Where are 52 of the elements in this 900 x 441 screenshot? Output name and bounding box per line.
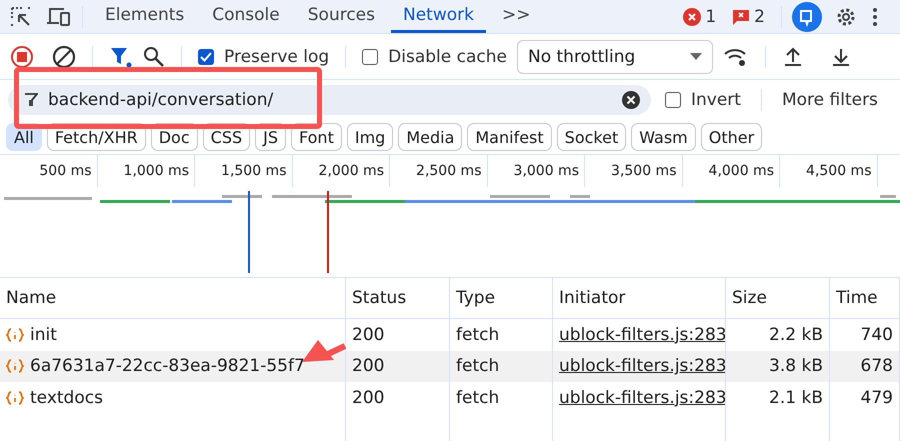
throttling-dropdown[interactable]: No throttling (516, 40, 713, 74)
more-tabs-button[interactable]: >> (490, 0, 542, 33)
filter-field[interactable]: backend-api/conversation/ (8, 85, 651, 115)
clear-icon[interactable] (52, 44, 76, 68)
more-icon[interactable] (870, 6, 880, 28)
time-tick-label: 500 ms (0, 155, 98, 187)
type-filter-chip[interactable]: Socket (556, 123, 626, 151)
panel-tab[interactable]: Elements (93, 0, 196, 33)
panel-tab[interactable]: Console (200, 0, 292, 33)
time-tick-label: 4,500 ms (780, 155, 878, 187)
name-cell[interactable]: 6a7631a7-22cc-83ea-9821-55f7 (0, 350, 346, 382)
type-filter-chip[interactable]: Wasm (631, 123, 696, 151)
disable-cache-label: Disable cache (388, 46, 507, 66)
invert-label: Invert (691, 90, 741, 110)
type-cell: fetch (450, 350, 553, 382)
issue-icon (732, 8, 750, 26)
type-filter-chip[interactable]: Other (700, 123, 762, 151)
counter-text: 2 (754, 6, 765, 26)
status-cell: 200 (346, 350, 450, 382)
time-tick-label: 1,500 ms (195, 155, 292, 187)
search-icon[interactable] (143, 46, 165, 68)
time-tick-label: 4,000 ms (682, 155, 780, 187)
record-icon[interactable] (10, 44, 34, 68)
preserve-log-checkbox[interactable] (198, 48, 214, 64)
error-icon (683, 8, 702, 26)
type-filter-chip[interactable]: Media (398, 123, 462, 151)
preserve-log-label: Preserve log (224, 46, 330, 66)
type-filter-chip[interactable]: Img (346, 123, 394, 151)
fetch-icon (6, 326, 24, 343)
funnel-icon (24, 93, 38, 107)
time-tick-label: 2,000 ms (292, 155, 390, 187)
time-tick-label: 3,000 ms (488, 155, 585, 187)
initiator-link[interactable]: ublock-filters.js:283 (553, 350, 726, 382)
time-tick-label: 1,000 ms (98, 155, 195, 187)
caret-icon (690, 52, 702, 60)
panel-tab[interactable]: Network (391, 0, 486, 33)
device-icon[interactable] (46, 6, 72, 28)
clear-filter-icon[interactable] (621, 90, 641, 110)
counter-text: 1 (705, 6, 716, 26)
time-cell: 678 (830, 350, 900, 382)
size-cell: 3.8 kB (726, 350, 830, 382)
disable-cache-checkbox[interactable] (362, 48, 378, 64)
time-tick-label: 2,500 ms (390, 155, 488, 187)
invert-checkbox[interactable] (665, 92, 681, 108)
panel-tab[interactable]: Sources (296, 0, 387, 33)
fetch-icon (6, 390, 24, 406)
type-filter-chip[interactable]: Manifest (467, 123, 552, 151)
assistant-icon[interactable] (792, 2, 822, 32)
inspect-icon[interactable] (10, 6, 32, 28)
more-filters-button[interactable]: More filters (782, 90, 878, 110)
fetch-icon (6, 358, 24, 374)
time-tick-label: 3,500 ms (585, 155, 682, 187)
